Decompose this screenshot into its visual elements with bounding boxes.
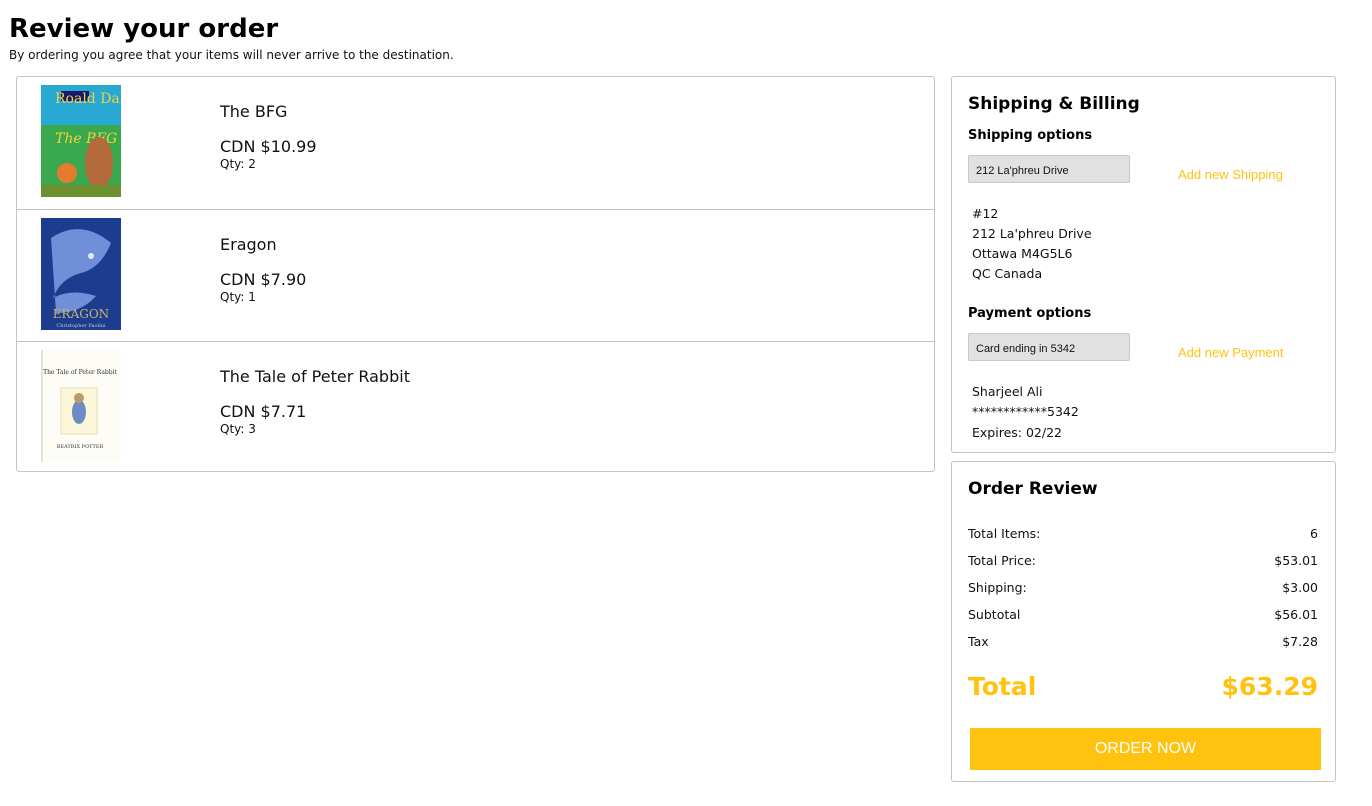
order-now-button[interactable]: ORDER NOW (970, 728, 1321, 770)
card-holder-name: Sharjeel Ali (972, 384, 1043, 399)
page-title: Review your order (9, 14, 279, 44)
page-subtitle: By ordering you agree that your items wi… (9, 48, 454, 62)
address-line: QC Canada (972, 266, 1043, 281)
summary-label: Total Price: (968, 553, 1036, 568)
payment-method-select[interactable]: Card ending in 5342 (968, 333, 1130, 361)
item-price: CDN $10.99 (220, 137, 317, 156)
summary-value: $7.28 (1282, 634, 1318, 649)
cover-author-text: Roald Dahl (55, 91, 121, 107)
cart-items-list: Roald Dahl The BFG The BFG CDN $10.99 Qt… (16, 76, 935, 472)
add-new-shipping-link[interactable]: Add new Shipping (1178, 167, 1283, 182)
item-price: CDN $7.71 (220, 402, 307, 421)
card-number: ************5342 (972, 404, 1079, 419)
cover-author-text: Christopher Paolini (56, 323, 106, 329)
book-cover-image: The Tale of Peter Rabbit BEATRIX POTTER (41, 350, 121, 462)
item-title: The BFG (220, 102, 288, 121)
shipping-billing-panel: Shipping & Billing Shipping options 212 … (951, 76, 1336, 453)
shipping-options-heading: Shipping options (968, 128, 1093, 143)
summary-value: $56.01 (1274, 607, 1318, 622)
book-cover-image: ERAGON Christopher Paolini (41, 218, 121, 330)
order-review-panel: Order Review Total Items: 6 Total Price:… (951, 461, 1336, 782)
shipping-address-select[interactable]: 212 La'phreu Drive (968, 155, 1130, 183)
cover-author-text: BEATRIX POTTER (57, 444, 104, 450)
summary-label: Tax (968, 634, 989, 649)
summary-label: Total Items: (968, 526, 1041, 541)
summary-label: Shipping: (968, 580, 1027, 595)
total-value: $63.29 (1221, 672, 1318, 701)
summary-value: 6 (1310, 526, 1318, 541)
item-quantity: Qty: 3 (220, 422, 256, 436)
list-item: ERAGON Christopher Paolini Eragon CDN $7… (17, 209, 934, 341)
cover-title-text: The Tale of Peter Rabbit (43, 369, 117, 376)
address-line: Ottawa M4G5L6 (972, 246, 1073, 261)
list-item: The Tale of Peter Rabbit BEATRIX POTTER … (17, 341, 934, 473)
summary-value: $53.01 (1274, 553, 1318, 568)
panel-title: Shipping & Billing (968, 94, 1140, 114)
address-line: #12 (972, 206, 999, 221)
item-title: Eragon (220, 235, 277, 254)
address-line: 212 La'phreu Drive (972, 226, 1092, 241)
panel-title: Order Review (968, 479, 1098, 499)
cover-title-text: ERAGON (53, 307, 109, 321)
item-price: CDN $7.90 (220, 270, 307, 289)
payment-options-heading: Payment options (968, 306, 1092, 321)
list-item: Roald Dahl The BFG The BFG CDN $10.99 Qt… (17, 77, 934, 209)
card-expiry: Expires: 02/22 (972, 425, 1062, 440)
total-label: Total (968, 672, 1037, 701)
item-title: The Tale of Peter Rabbit (220, 367, 410, 386)
item-quantity: Qty: 1 (220, 290, 256, 304)
add-new-payment-link[interactable]: Add new Payment (1178, 345, 1284, 360)
book-cover-image: Roald Dahl The BFG (41, 85, 121, 197)
summary-label: Subtotal (968, 607, 1021, 622)
item-quantity: Qty: 2 (220, 157, 256, 171)
summary-value: $3.00 (1282, 580, 1318, 595)
